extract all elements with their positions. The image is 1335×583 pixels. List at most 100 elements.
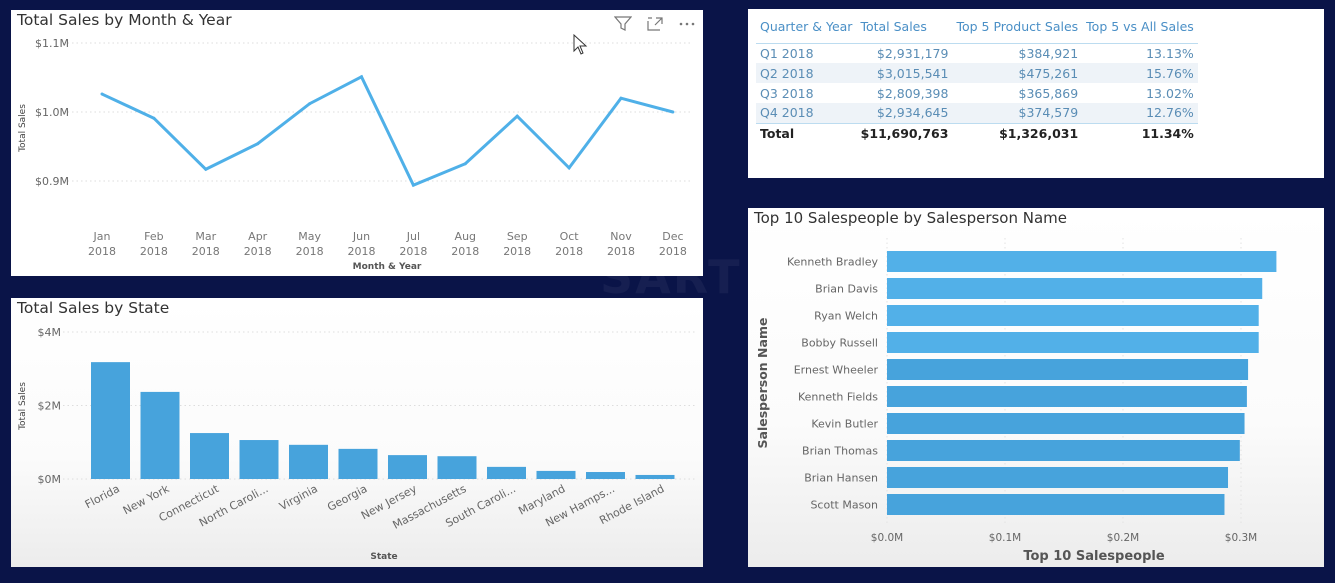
bar bbox=[437, 456, 477, 479]
x-tick-label-month: Sep bbox=[507, 230, 528, 243]
x-axis-title: State bbox=[370, 552, 397, 562]
x-tick-label-year: 2018 bbox=[192, 245, 220, 258]
bar bbox=[887, 494, 1225, 515]
y-axis-title: Total Sales bbox=[18, 104, 28, 153]
column-header[interactable]: Total Sales bbox=[856, 15, 953, 44]
table-cell: 13.02% bbox=[1146, 85, 1194, 101]
bar bbox=[887, 413, 1245, 434]
table-total-row: Total $11,690,763 $1,326,031 11.34% bbox=[756, 122, 1198, 143]
bar bbox=[586, 472, 625, 479]
y-tick-label: Kenneth Fields bbox=[798, 391, 878, 404]
bar bbox=[887, 278, 1263, 299]
x-tick-label-year: 2018 bbox=[659, 245, 687, 258]
y-tick-label: Kenneth Bradley bbox=[787, 256, 879, 269]
data-point bbox=[100, 92, 104, 96]
x-tick-label: $0.2M bbox=[1107, 532, 1139, 544]
x-tick-label-month: Jul bbox=[406, 230, 420, 243]
table-cell: $365,869 bbox=[1018, 85, 1079, 101]
x-tick-label-year: 2018 bbox=[607, 245, 635, 258]
data-point bbox=[152, 116, 156, 120]
column-header[interactable]: Top 5 Product Sales bbox=[952, 15, 1083, 44]
bar bbox=[536, 470, 576, 479]
state-bar-chart: $0M$2M$4MTotal SalesFloridaNew YorkConne… bbox=[18, 326, 697, 562]
data-point bbox=[204, 167, 208, 171]
data-point bbox=[360, 75, 363, 79]
x-axis-title: Top 10 Salespeople bbox=[1023, 549, 1164, 564]
y-tick-label: Brian Davis bbox=[815, 283, 878, 296]
data-point bbox=[567, 166, 571, 170]
y-tick-label: $1.0M bbox=[35, 106, 69, 119]
bar bbox=[887, 467, 1229, 488]
x-tick-label: Virginia bbox=[277, 482, 320, 513]
state-bar-chart-visual[interactable]: Total Sales by State $0M $2M $4M Total Sale… bbox=[11, 298, 703, 567]
table-cell: $11,690,763 bbox=[856, 122, 953, 143]
bar bbox=[887, 386, 1247, 407]
table-cell: $3,015,541 bbox=[856, 63, 953, 83]
series-line bbox=[101, 74, 674, 188]
quarter-table-visual[interactable]: Quarter & Year Total Sales Top 5 Product… bbox=[748, 9, 1324, 178]
bar bbox=[239, 440, 279, 479]
x-tick-label-year: 2018 bbox=[296, 245, 324, 258]
x-tick-label-month: Jan bbox=[93, 230, 111, 243]
bar bbox=[887, 251, 1277, 272]
y-tick-label: Ryan Welch bbox=[814, 310, 878, 323]
x-tick-label-month: Apr bbox=[248, 230, 268, 243]
y-tick-label: $2M bbox=[38, 400, 62, 413]
x-tick-label-month: Feb bbox=[144, 230, 163, 243]
table-row: Q1 2018 $2,931,179 $384,921 13.13% bbox=[756, 43, 1198, 63]
table-cell: 15.76% bbox=[1082, 63, 1198, 83]
x-tick-label: Florida bbox=[83, 482, 122, 511]
bar bbox=[887, 332, 1259, 353]
bar bbox=[289, 444, 328, 479]
x-tick-label-year: 2018 bbox=[555, 245, 583, 258]
table-cell: 12.76% bbox=[1082, 103, 1198, 123]
data-point bbox=[411, 183, 415, 187]
mouse-cursor-icon bbox=[573, 34, 588, 55]
bar bbox=[140, 391, 180, 479]
table-cell: Q1 2018 bbox=[760, 45, 814, 61]
x-axis-title: Month & Year bbox=[353, 262, 422, 272]
y-axis-title: Salesperson Name bbox=[755, 318, 770, 449]
table-cell: 11.34% bbox=[1082, 122, 1198, 143]
y-tick-label: $0M bbox=[38, 473, 62, 486]
x-tick-label-month: Nov bbox=[610, 230, 632, 243]
y-tick-label: $1.1M bbox=[35, 37, 69, 50]
x-tick-label-month: Dec bbox=[662, 230, 683, 243]
table-cell: $374,579 bbox=[952, 103, 1083, 123]
x-tick-label-year: 2018 bbox=[88, 245, 116, 258]
table-cell: 13.13% bbox=[1146, 45, 1194, 61]
bar bbox=[487, 466, 526, 479]
table-cell: $2,809,398 bbox=[876, 85, 949, 101]
x-tick-label-month: Aug bbox=[455, 230, 476, 243]
line-chart-visual[interactable]: Total Sales by Month & Year $0.9M $1.0M $1… bbox=[11, 10, 703, 276]
data-point bbox=[308, 102, 312, 106]
x-tick-label-year: 2018 bbox=[244, 245, 272, 258]
data-point bbox=[619, 96, 623, 100]
y-tick-label: $4M bbox=[38, 326, 62, 339]
x-tick-label: $0.1M bbox=[989, 532, 1021, 544]
table-cell: Q4 2018 bbox=[756, 103, 857, 123]
y-tick-label: $0.9M bbox=[35, 175, 69, 188]
y-tick-label: Kevin Butler bbox=[811, 418, 878, 431]
x-tick-label-month: May bbox=[298, 230, 321, 243]
x-tick-label: $0.3M bbox=[1225, 532, 1257, 544]
table-cell: Q2 2018 bbox=[756, 63, 857, 83]
salespeople-bar-chart-visual[interactable]: Top 10 Salespeople by Salesperson Name $… bbox=[748, 208, 1324, 567]
table-header-row: Quarter & Year Total Sales Top 5 Product… bbox=[756, 15, 1198, 44]
table-row: Q3 2018 $2,809,398 $365,869 13.02% bbox=[756, 83, 1198, 103]
y-tick-label: Scott Mason bbox=[810, 499, 878, 512]
bar bbox=[388, 455, 427, 479]
column-header[interactable]: Quarter & Year bbox=[756, 15, 857, 44]
x-tick-label-year: 2018 bbox=[503, 245, 531, 258]
column-header[interactable]: Top 5 vs All Sales bbox=[1082, 15, 1198, 44]
data-point bbox=[256, 142, 260, 146]
table-cell: Q3 2018 bbox=[760, 85, 814, 101]
data-point bbox=[671, 110, 675, 114]
table-cell: $1,326,031 bbox=[952, 122, 1083, 143]
x-tick-label: $0.0M bbox=[871, 532, 903, 544]
y-axis-title: Total Sales bbox=[18, 382, 28, 431]
y-tick-label: Bobby Russell bbox=[801, 337, 878, 350]
x-tick-label-year: 2018 bbox=[451, 245, 479, 258]
bar bbox=[190, 433, 229, 479]
bar bbox=[635, 474, 675, 479]
